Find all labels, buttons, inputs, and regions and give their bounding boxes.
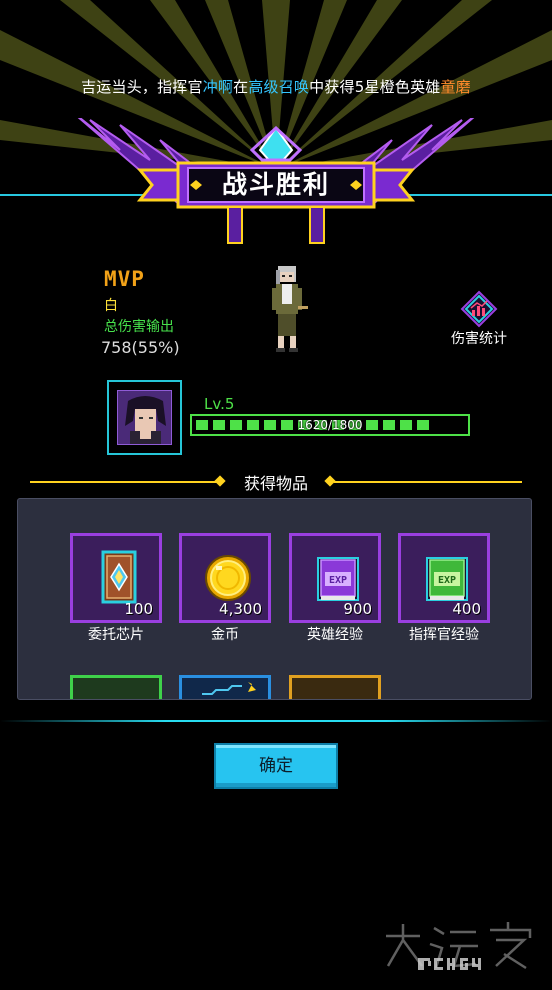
reward-item-partial-blue[interactable] xyxy=(179,675,271,699)
rewards-panel[interactable]: 100 委托芯片 4,300 金币 EXP 900 英雄经验 EXP 400 指… xyxy=(17,498,532,700)
commander-exp-book-icon: EXP xyxy=(426,557,468,601)
section-divider-right xyxy=(334,481,522,483)
mvp-hero-sprite xyxy=(272,266,308,352)
mvp-logo: MVP xyxy=(104,267,145,291)
commander-exp-bar: 1620/1800 xyxy=(190,414,470,436)
blueprint-icon xyxy=(202,682,256,695)
damage-chart-icon xyxy=(460,290,498,328)
svg-text:EXP: EXP xyxy=(438,575,456,586)
reward-item-label: 委托芯片 xyxy=(88,627,144,643)
section-divider-dot-left xyxy=(214,475,226,487)
mvp-hero-name: 白 xyxy=(104,298,118,314)
reward-item-qty: 100 xyxy=(124,600,153,618)
announcement-prefix: 吉运当头，指挥官 xyxy=(81,78,203,96)
reward-item-frame: EXP 900 xyxy=(289,533,381,623)
announcement-player: 冲啊 xyxy=(202,78,234,96)
exp-bar-text: 1620/1800 xyxy=(297,418,363,432)
reward-item-label: 金币 xyxy=(211,627,239,643)
reward-item-qty: 900 xyxy=(343,600,372,618)
reward-item-frame: 4,300 xyxy=(179,533,271,623)
announcement-middle2: 中获得5星橙色英雄 xyxy=(309,78,441,96)
announcement-hero: 童磨 xyxy=(440,78,471,96)
gold-coin-icon xyxy=(205,555,251,601)
summon-announcement: 吉运当头，指挥官冲啊在高级召唤中获得5星橙色英雄童磨 xyxy=(0,76,552,97)
chip-card-icon xyxy=(101,550,137,604)
svg-text:EXP: EXP xyxy=(329,575,347,586)
total-damage-label: 总伤害输出 xyxy=(104,319,174,335)
hero-exp-book-icon: EXP xyxy=(317,557,359,601)
commander-level: Lv.5 xyxy=(204,395,235,413)
damage-stats-button[interactable]: 伤害统计 xyxy=(444,290,514,350)
reward-item-qty: 400 xyxy=(452,600,481,618)
reward-item-label: 英雄经验 xyxy=(307,627,363,643)
reward-item-partial-green[interactable] xyxy=(70,675,162,699)
reward-item-label: 指挥官经验 xyxy=(409,627,479,643)
reward-item-qty: 4,300 xyxy=(219,600,262,618)
commander-avatar-image xyxy=(118,391,171,444)
footer-divider xyxy=(0,720,552,722)
victory-title: 战斗胜利 xyxy=(221,170,330,199)
commander-portrait xyxy=(107,380,182,455)
reward-item-partial-orange[interactable] xyxy=(289,675,381,699)
confirm-button[interactable]: 确定 xyxy=(214,743,338,789)
damage-stats-label: 伤害统计 xyxy=(451,331,507,347)
rewards-title: 获得物品 xyxy=(243,474,308,493)
reward-item-frame: EXP 400 xyxy=(398,533,490,623)
announcement-middle1: 在 xyxy=(233,78,249,96)
avatar xyxy=(117,390,172,445)
reward-item-frame: 100 xyxy=(70,533,162,623)
total-damage-value: 758(55%) xyxy=(101,338,180,357)
watermark-logo xyxy=(386,922,532,970)
announcement-summon: 高级召唤 xyxy=(248,78,310,96)
section-divider-left xyxy=(30,481,218,483)
